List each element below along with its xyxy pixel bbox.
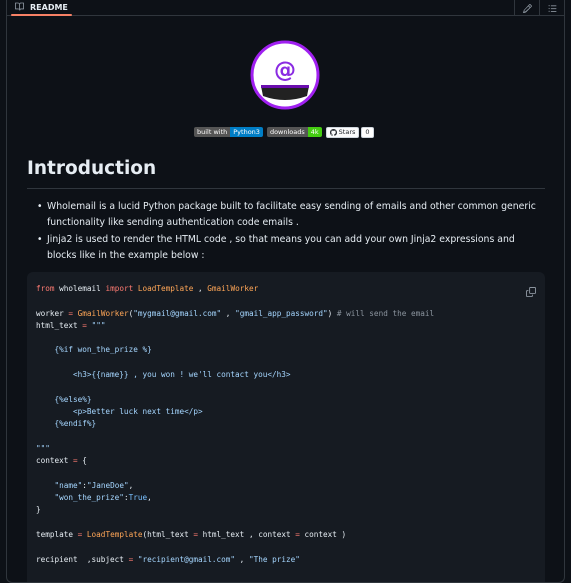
code-token: html_text , context (198, 529, 296, 539)
github-stars-badge[interactable]: Stars 0 (325, 126, 374, 138)
code-token: , (235, 554, 249, 564)
badge-label: built with (194, 127, 231, 137)
wholemail-logo: @ (250, 40, 320, 110)
badge-value: Python3 (230, 127, 263, 137)
code-token: True (128, 493, 148, 503)
readme-panel: README @ built with Python3 downloads 4k… (6, 0, 565, 583)
tab-active-underline (11, 14, 72, 16)
readme-toolbar: README (7, 0, 564, 16)
book-icon (15, 2, 24, 13)
badge-label: downloads (266, 127, 308, 137)
code-token: LoadTemplate (137, 284, 194, 293)
code-token: context ) (299, 529, 347, 539)
code-line: {%else%} (36, 394, 92, 404)
code-token: LoadTemplate (82, 529, 143, 539)
code-token: import (105, 284, 134, 293)
code-token: template (36, 529, 78, 539)
list-icon (548, 0, 557, 17)
heading-divider (27, 188, 545, 189)
list-item: Jinja2 is used to render the HTML code ,… (27, 232, 547, 264)
edit-file-button[interactable] (514, 0, 539, 15)
code-line: {%endif%} (36, 419, 97, 429)
code-text: from wholemail import LoadTemplate , Gma… (36, 283, 434, 566)
copy-icon (526, 287, 536, 297)
code-token: from (36, 284, 55, 293)
stars-label: Stars (338, 128, 356, 136)
code-comment: # will send the email (332, 308, 435, 318)
code-token: , (128, 480, 134, 490)
code-line: <p>Better luck next time</p> (36, 406, 203, 416)
code-token: context (36, 456, 74, 466)
code-token: html_text (36, 320, 83, 330)
code-token: "mygmail@gmail.com" (133, 308, 222, 318)
downloads-badge[interactable]: downloads 4k (266, 127, 322, 137)
code-token: "recipient@gmail.com" (133, 554, 236, 564)
code-token: """ (86, 320, 106, 330)
code-token: , (193, 284, 208, 293)
built-with-badge[interactable]: built with Python3 (194, 127, 263, 137)
tab-readme-label: README (30, 3, 68, 12)
code-line: {%if won_the_prize %} (36, 345, 152, 355)
code-token: recipient ,subject (36, 554, 129, 564)
badge-value: 4k (307, 127, 322, 137)
code-token: wholemail (54, 284, 106, 293)
code-token: "The prize" (248, 554, 300, 564)
code-token: "won_the_prize" (36, 493, 124, 503)
code-token: "JaneDoe" (86, 480, 129, 490)
code-token: "gmail_app_password" (235, 308, 328, 318)
code-token: GmailWorker (73, 308, 129, 318)
code-line: """ (36, 443, 50, 453)
code-token: (html_text (142, 529, 194, 539)
code-token: worker (36, 308, 69, 318)
stars-button: Stars (325, 126, 360, 138)
stars-count: 0 (361, 126, 374, 138)
intro-list: Wholemail is a lucid Python package buil… (27, 199, 547, 265)
pencil-icon (522, 0, 532, 17)
code-token: GmailWorker (207, 284, 259, 293)
outline-button[interactable] (539, 0, 564, 15)
code-token: , (221, 308, 236, 318)
github-icon (329, 128, 337, 136)
tab-readme[interactable]: README (11, 0, 72, 16)
list-item: Wholemail is a lucid Python package buil… (27, 199, 547, 231)
code-token: { (77, 456, 87, 466)
code-token: "name" (36, 480, 83, 490)
badges-row: built with Python3 downloads 4k Stars 0 (194, 126, 374, 138)
code-line: <h3>{{name}} , you won ! we'll contact y… (36, 370, 291, 380)
code-block: from wholemail import LoadTemplate , Gma… (27, 272, 545, 582)
section-heading: Introduction (27, 158, 157, 179)
code-token: , (147, 493, 152, 503)
copy-button[interactable] (526, 282, 536, 297)
svg-text:@: @ (274, 58, 296, 83)
code-line: } (36, 505, 41, 515)
